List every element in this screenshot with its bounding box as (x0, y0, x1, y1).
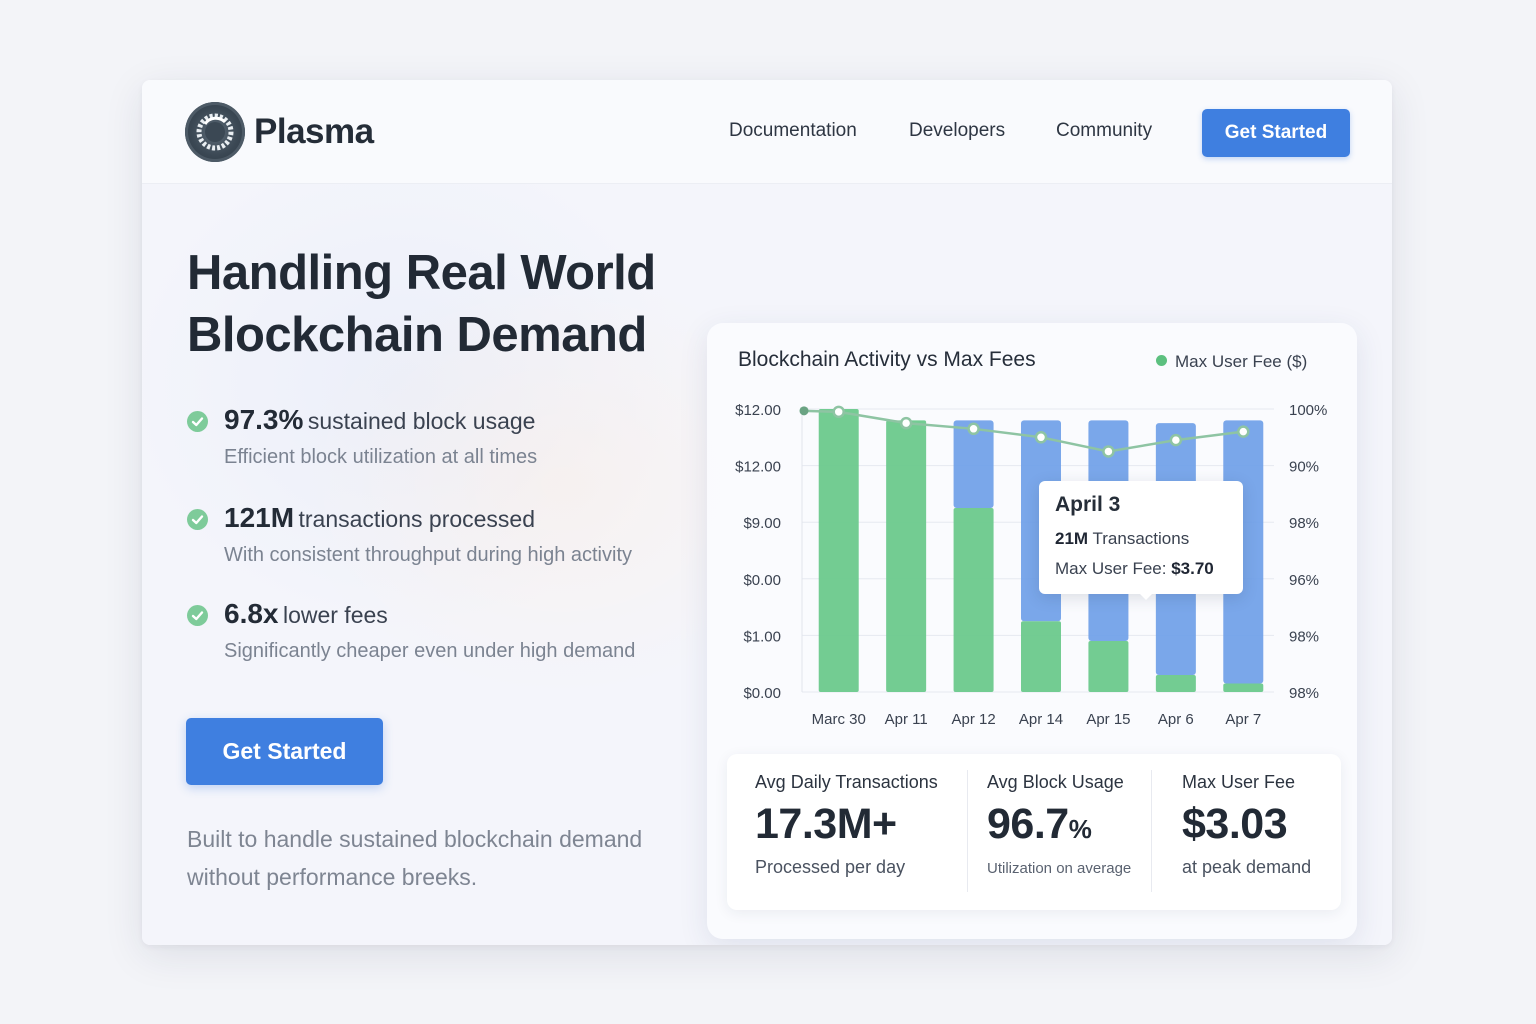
stat-value: $3.03 (1182, 800, 1288, 848)
y-left-tick-label: $12.00 (735, 459, 781, 476)
fee-point (967, 422, 980, 436)
bar-green-segment (1088, 641, 1129, 692)
feature-number: 97.3% (224, 404, 304, 435)
fee-point (1102, 445, 1115, 458)
hero-section: Handling Real World Blockchain Demand 97… (142, 184, 1392, 945)
fee-point (832, 405, 845, 419)
stat-label: Avg Block Usage (987, 772, 1124, 792)
nav-developers[interactable]: Developers (909, 120, 1005, 142)
tooltip-transactions-value: 21M (1055, 529, 1089, 548)
feature-label: transactions processed (298, 506, 536, 532)
bar-green-segment (953, 508, 994, 692)
stat-value: 96.7% (987, 800, 1092, 848)
x-tick-label: Apr 12 (951, 711, 995, 728)
bar-green-segment (886, 420, 927, 692)
fee-point (1237, 425, 1250, 438)
feature-number: 121M (224, 502, 295, 533)
feature-number: 6.8x (224, 598, 279, 629)
stat-label: Avg Daily Transactions (755, 772, 938, 792)
hero-headline: Handling Real World Blockchain Demand (187, 246, 656, 362)
stat-sub: at peak demand (1182, 857, 1312, 877)
y-left-tick-label: $0.00 (743, 572, 781, 589)
stat-divider (967, 770, 968, 892)
stat-sub: Processed per day (755, 857, 906, 877)
y-left-tick-label: $12.00 (735, 402, 781, 419)
bar-chart: $12.00 100% $12.00 90% $9.00 98% $0.00 96% $1.00… (735, 402, 1327, 728)
y-left-tick-label: $0.00 (743, 685, 781, 702)
x-tick-label: Apr 6 (1158, 711, 1194, 728)
y-right-tick-label: 90% (1289, 459, 1319, 476)
feature-description: With consistent throughput during high a… (224, 544, 632, 566)
hero-footnote: Built to handle sustained blockchain dem… (187, 826, 643, 890)
navbar: Plasma Documentation Developers Communit… (142, 80, 1392, 184)
stat-value: 17.3M+ (755, 800, 897, 848)
feature-description: Efficient block utilization at all times (224, 446, 538, 468)
feature-label: lower fees (282, 602, 388, 628)
x-tick-label: Apr 14 (1019, 711, 1063, 728)
bar-green-segment (1021, 621, 1061, 692)
bar-green-segment (1155, 675, 1196, 692)
fee-point (899, 416, 913, 430)
fee-line-start-point (799, 406, 809, 416)
stat-label: Max User Fee (1182, 772, 1296, 792)
x-tick-label: Apr 7 (1225, 711, 1261, 728)
tooltip-title: April 3 (1055, 493, 1121, 516)
fee-point (1034, 431, 1048, 444)
nav-get-started-button[interactable]: Get Started (1202, 109, 1350, 157)
stat-divider (1151, 770, 1152, 892)
x-tick-label: Apr 15 (1086, 711, 1130, 728)
check-circle-icon (187, 605, 208, 626)
plasma-logo-icon[interactable] (185, 102, 245, 162)
nav-documentation[interactable]: Documentation (729, 120, 857, 142)
check-circle-icon (187, 411, 208, 432)
app-frame: Plasma Documentation Developers Communit… (142, 80, 1392, 945)
x-tick-label: Apr 11 (885, 711, 928, 728)
y-right-tick-label: 98% (1289, 628, 1319, 645)
y-right-tick-label: 98% (1289, 515, 1319, 532)
chart-tooltip: April 3 21M Transactions Max User Fee: $… (1039, 481, 1243, 600)
stats-panel: Avg Daily Transactions 17.3M+ Processed … (727, 754, 1341, 910)
y-left-tick-label: $9.00 (743, 515, 781, 532)
y-right-tick-label: 98% (1289, 685, 1319, 702)
tooltip-fee-label: Max User Fee: (1055, 559, 1167, 578)
y-right-tick-label: 100% (1289, 402, 1327, 419)
stat-sub: Utilization on average (987, 860, 1132, 877)
fee-point (1169, 433, 1183, 447)
x-tick-label: Marc 30 (812, 711, 866, 728)
nav-community[interactable]: Community (1056, 120, 1152, 142)
feature-label: sustained block usage (307, 408, 536, 434)
hero-get-started-button[interactable]: Get Started (186, 718, 383, 785)
check-circle-icon (187, 509, 208, 530)
feature-description: Significantly cheaper even under high de… (224, 640, 636, 662)
brand-name[interactable]: Plasma (254, 112, 374, 152)
tooltip-fee-value: $3.70 (1171, 559, 1214, 578)
tooltip-transactions-label: Transactions (1092, 529, 1190, 548)
y-left-tick-label: $1.00 (743, 628, 781, 645)
y-right-tick-label: 96% (1289, 572, 1319, 589)
bar-green-segment (1223, 683, 1264, 692)
bar-green-segment (818, 409, 859, 692)
